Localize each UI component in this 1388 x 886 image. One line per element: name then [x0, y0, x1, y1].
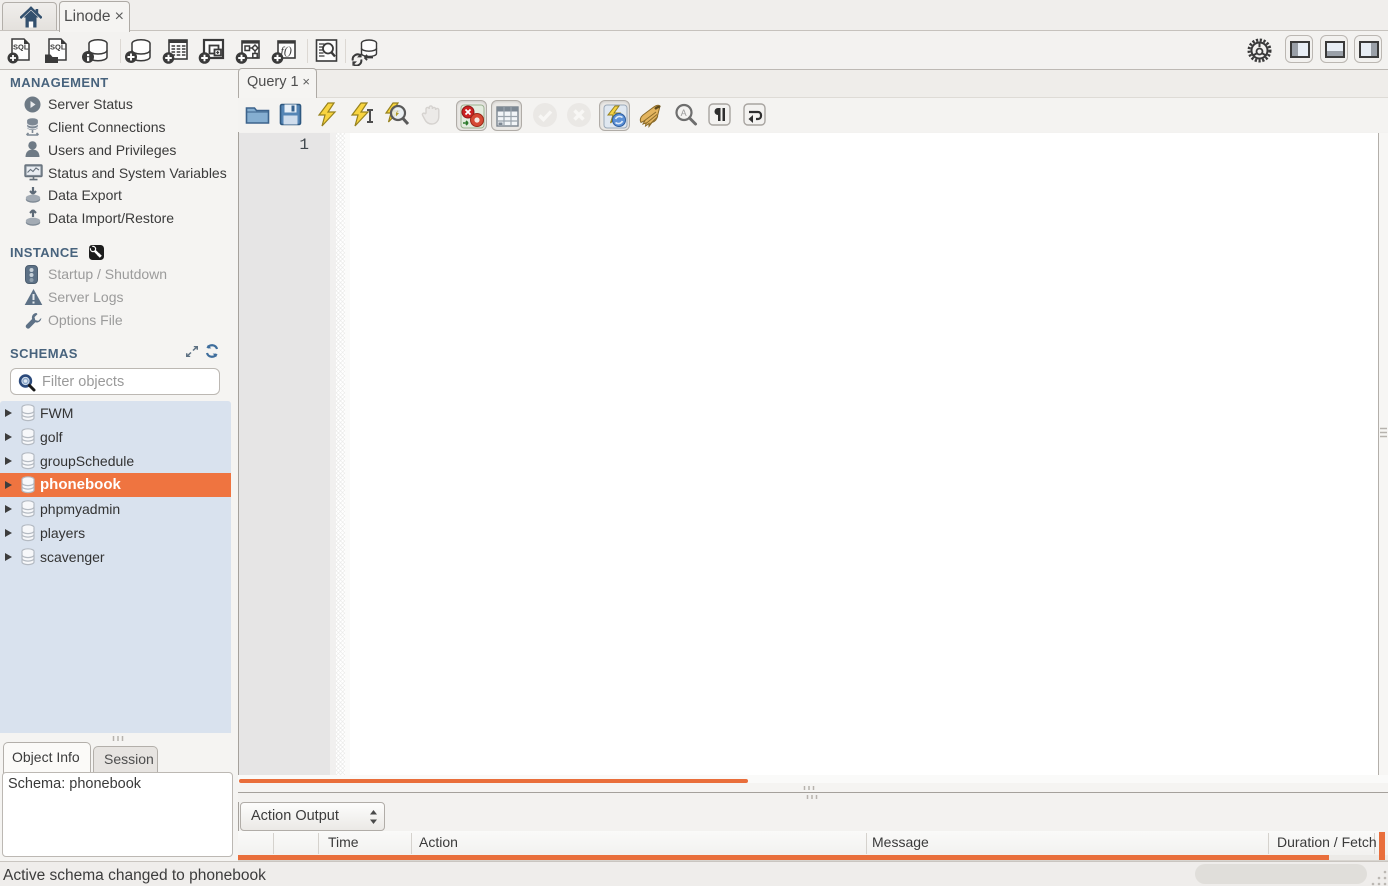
svg-text:SQL: SQL	[13, 43, 29, 52]
svg-text:A: A	[681, 108, 687, 118]
svg-text:SQL: SQL	[50, 43, 66, 52]
